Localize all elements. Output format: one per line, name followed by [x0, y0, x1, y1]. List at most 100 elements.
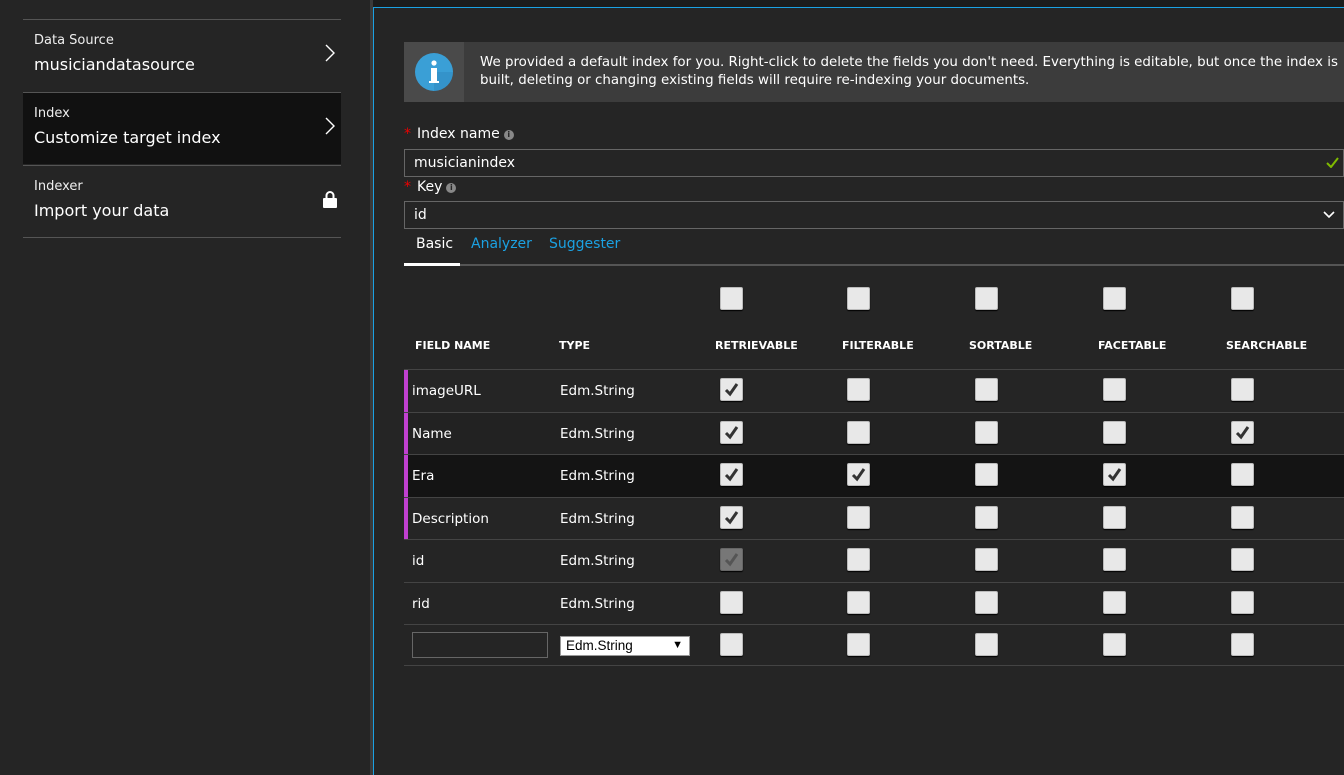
dropdown-arrow-icon: ▼: [672, 639, 683, 651]
sortable-checkbox[interactable]: [975, 590, 998, 614]
modified-marker: [404, 370, 408, 412]
checkmark-icon: [1326, 157, 1339, 168]
searchable-checkbox[interactable]: [1231, 378, 1254, 401]
searchable-checkbox[interactable]: [1231, 590, 1254, 614]
retrievable-checkbox: [720, 548, 743, 571]
check-icon: [724, 553, 739, 567]
sortable-checkbox[interactable]: [975, 505, 998, 529]
top-strip: [373, 0, 1344, 7]
facetable-checkbox[interactable]: [1103, 420, 1126, 444]
input-value: musicianindex: [414, 155, 516, 171]
table-row[interactable]: imageURL Edm.String: [404, 369, 1344, 412]
table-row[interactable]: Era Edm.String: [404, 454, 1344, 497]
retrievable-checkbox[interactable]: [720, 590, 743, 614]
filterable-checkbox[interactable]: [847, 420, 870, 444]
facetable-checkbox[interactable]: [1103, 505, 1126, 529]
sortable-checkbox[interactable]: [975, 463, 998, 486]
retrievable-checkbox[interactable]: [720, 463, 743, 486]
field-name: Description: [412, 510, 489, 527]
sidebar-item-subtitle: Import your data: [34, 201, 170, 220]
header-sortable: SORTABLE: [969, 339, 1033, 352]
searchable-checkbox[interactable]: [1231, 463, 1254, 486]
index-name-input[interactable]: musicianindex: [404, 149, 1344, 177]
filterable-checkbox[interactable]: [847, 548, 870, 571]
retrievable-checkbox[interactable]: [720, 505, 743, 529]
sortable-checkbox[interactable]: [975, 633, 998, 656]
sidebar-item-index[interactable]: Index Customize target index: [23, 92, 341, 164]
modified-marker: [404, 455, 408, 497]
field-name: Era: [412, 468, 435, 484]
check-icon: [724, 383, 739, 397]
sidebar-item-data-source[interactable]: Data Source musiciandatasource: [23, 19, 341, 91]
sortable-checkbox[interactable]: [975, 548, 998, 571]
facetable-checkbox[interactable]: [1103, 633, 1126, 656]
sidebar-item-subtitle: Customize target index: [34, 128, 221, 147]
filterable-checkbox[interactable]: [847, 505, 870, 529]
chevron-right-icon: [325, 44, 335, 62]
searchable-checkbox[interactable]: [1231, 548, 1254, 571]
header-retrievable: RETRIEVABLE: [715, 339, 798, 352]
select-all-searchable-checkbox[interactable]: [1231, 287, 1254, 310]
label-text: Key: [417, 179, 443, 195]
facetable-checkbox[interactable]: [1103, 463, 1126, 486]
new-field-type-select[interactable]: Edm.String ▼: [560, 636, 690, 656]
facetable-checkbox[interactable]: [1103, 548, 1126, 571]
table-row[interactable]: Description Edm.String: [404, 496, 1344, 539]
field-name: imageURL: [412, 383, 481, 399]
table-row[interactable]: id Edm.String: [404, 539, 1344, 582]
index-name-label: * Index name i: [404, 126, 514, 142]
header-facetable: FACETABLE: [1098, 339, 1167, 352]
field-type: Edm.String: [560, 425, 635, 442]
searchable-checkbox[interactable]: [1231, 633, 1254, 656]
sidebar-item-indexer[interactable]: Indexer Import your data: [23, 165, 341, 237]
check-icon: [851, 468, 866, 482]
filterable-checkbox[interactable]: [847, 463, 870, 486]
table-row[interactable]: rid Edm.String: [404, 581, 1344, 624]
new-field-row: Edm.String ▼: [404, 624, 1344, 666]
field-type: Edm.String: [560, 553, 635, 569]
select-all-sortable-checkbox[interactable]: [975, 287, 998, 310]
tab-bar: Basic Analyzer Suggester: [404, 236, 1344, 266]
sidebar-item-subtitle: musiciandatasource: [34, 55, 195, 74]
retrievable-checkbox[interactable]: [720, 420, 743, 444]
tab-suggester[interactable]: Suggester: [549, 236, 620, 252]
field-type: Edm.String: [560, 383, 635, 399]
select-all-retrievable-checkbox[interactable]: [720, 287, 743, 310]
info-icon[interactable]: i: [446, 183, 457, 193]
field-name: id: [412, 553, 425, 569]
modified-marker: [404, 412, 408, 454]
header-type: TYPE: [559, 339, 591, 352]
active-tab-indicator: [404, 263, 460, 266]
table-row[interactable]: Name Edm.String: [404, 411, 1344, 454]
info-icon-box: [404, 42, 464, 102]
facetable-checkbox[interactable]: [1103, 378, 1126, 401]
tab-basic[interactable]: Basic: [416, 236, 453, 252]
facetable-checkbox[interactable]: [1103, 590, 1126, 614]
select-all-facetable-checkbox[interactable]: [1103, 287, 1126, 310]
filterable-checkbox[interactable]: [847, 633, 870, 656]
check-icon: [724, 425, 739, 439]
filterable-checkbox[interactable]: [847, 590, 870, 614]
tab-analyzer[interactable]: Analyzer: [471, 236, 532, 252]
info-banner: We provided a default index for you. Rig…: [404, 42, 1344, 102]
field-type: Edm.String: [560, 595, 635, 612]
key-select[interactable]: id: [404, 201, 1344, 229]
searchable-checkbox[interactable]: [1231, 505, 1254, 529]
select-value: id: [414, 207, 427, 223]
info-icon: [415, 53, 453, 91]
sortable-checkbox[interactable]: [975, 378, 998, 401]
sidebar: Data Source musiciandatasource Index Cus…: [0, 0, 373, 775]
info-text: We provided a default index for you. Rig…: [480, 55, 1338, 88]
filterable-checkbox[interactable]: [847, 378, 870, 401]
retrievable-checkbox[interactable]: [720, 378, 743, 401]
new-field-name-input[interactable]: [412, 632, 548, 658]
info-icon[interactable]: i: [503, 130, 514, 140]
label-text: Index name: [417, 126, 500, 142]
searchable-checkbox[interactable]: [1231, 420, 1254, 444]
lock-icon: [323, 191, 337, 208]
field-type: Edm.String: [560, 468, 635, 484]
sortable-checkbox[interactable]: [975, 420, 998, 444]
modified-marker: [404, 497, 408, 539]
select-all-filterable-checkbox[interactable]: [847, 287, 870, 310]
retrievable-checkbox[interactable]: [720, 633, 743, 656]
